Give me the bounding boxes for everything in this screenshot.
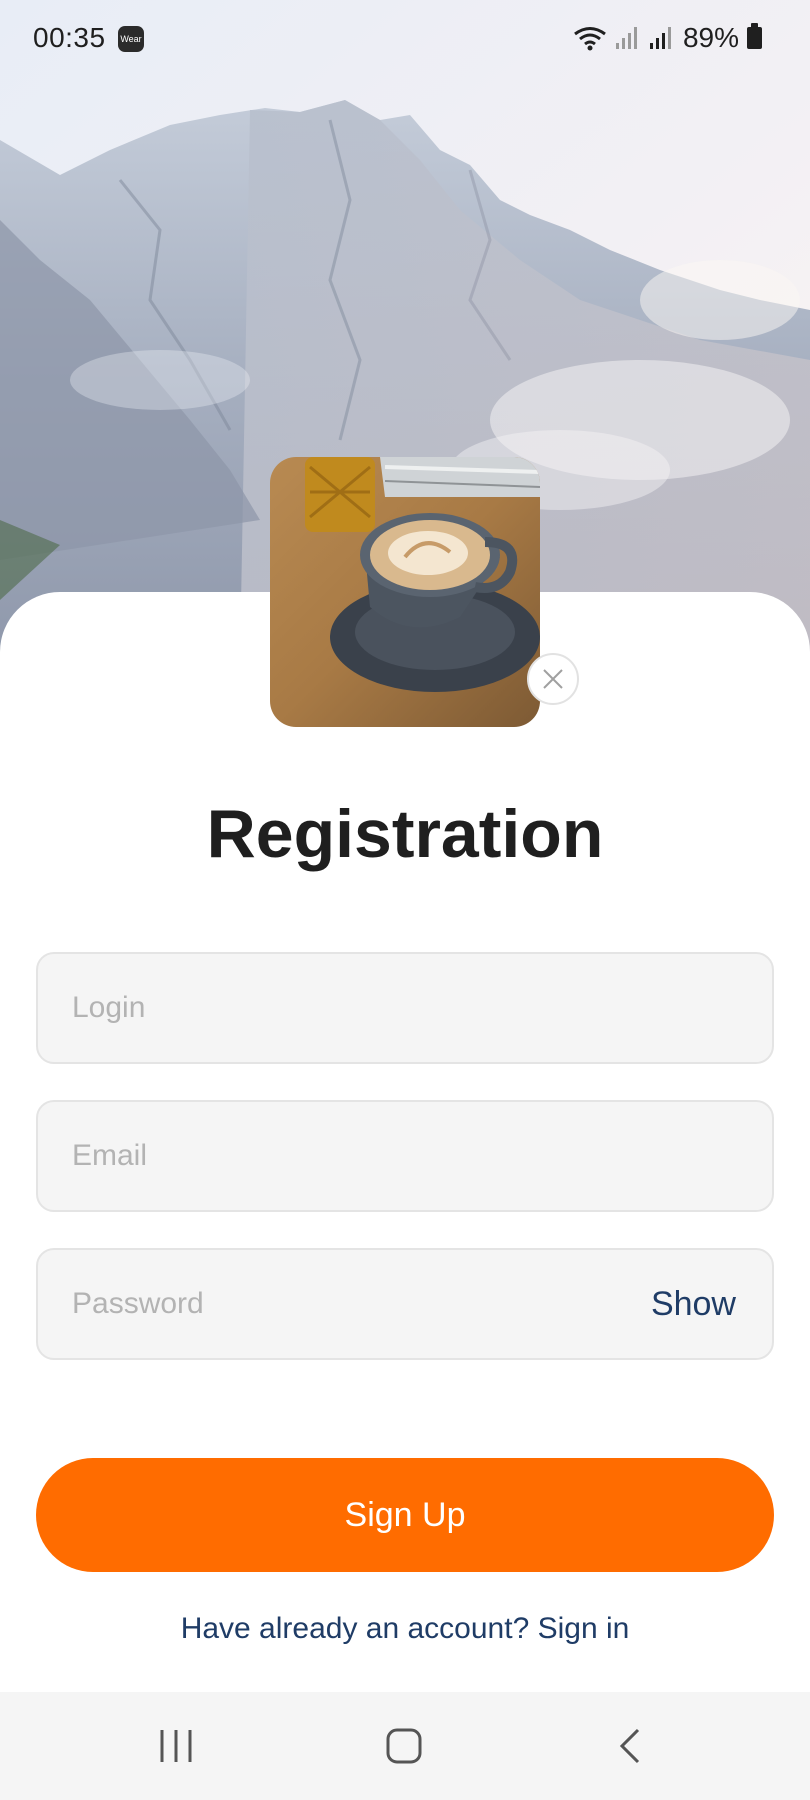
email-input[interactable]	[72, 1102, 632, 1210]
home-button[interactable]	[344, 1692, 464, 1800]
recent-apps-icon	[160, 1730, 192, 1762]
coffee-cup-photo	[270, 457, 540, 727]
remove-avatar-button[interactable]	[527, 653, 579, 705]
back-button[interactable]	[570, 1692, 690, 1800]
password-field[interactable]: Show	[36, 1248, 774, 1360]
recent-apps-button[interactable]	[116, 1692, 236, 1800]
status-indicators: 89%	[573, 22, 762, 54]
signal-icon-2	[649, 27, 671, 49]
signal-icon-1	[615, 27, 637, 49]
signup-button[interactable]: Sign Up	[36, 1458, 774, 1572]
status-time: 00:35	[33, 22, 106, 53]
show-password-button[interactable]: Show	[651, 1250, 736, 1358]
login-input[interactable]	[72, 954, 632, 1062]
page-title: Registration	[206, 796, 604, 872]
status-bar: 00:35 Wear 89%	[0, 0, 810, 78]
password-input[interactable]	[72, 1250, 632, 1358]
back-icon	[619, 1728, 640, 1764]
wifi-icon	[574, 27, 606, 51]
home-icon	[386, 1728, 422, 1764]
battery-icon	[747, 23, 762, 49]
close-icon	[543, 669, 563, 689]
avatar-image[interactable]	[270, 457, 540, 727]
system-navigation-bar	[0, 1692, 810, 1800]
email-field[interactable]	[36, 1100, 774, 1212]
signin-link[interactable]: Have already an account? Sign in	[0, 1612, 810, 1646]
login-field[interactable]	[36, 952, 774, 1064]
wear-app-icon: Wear	[118, 26, 144, 52]
battery-percent: 89%	[682, 22, 739, 53]
